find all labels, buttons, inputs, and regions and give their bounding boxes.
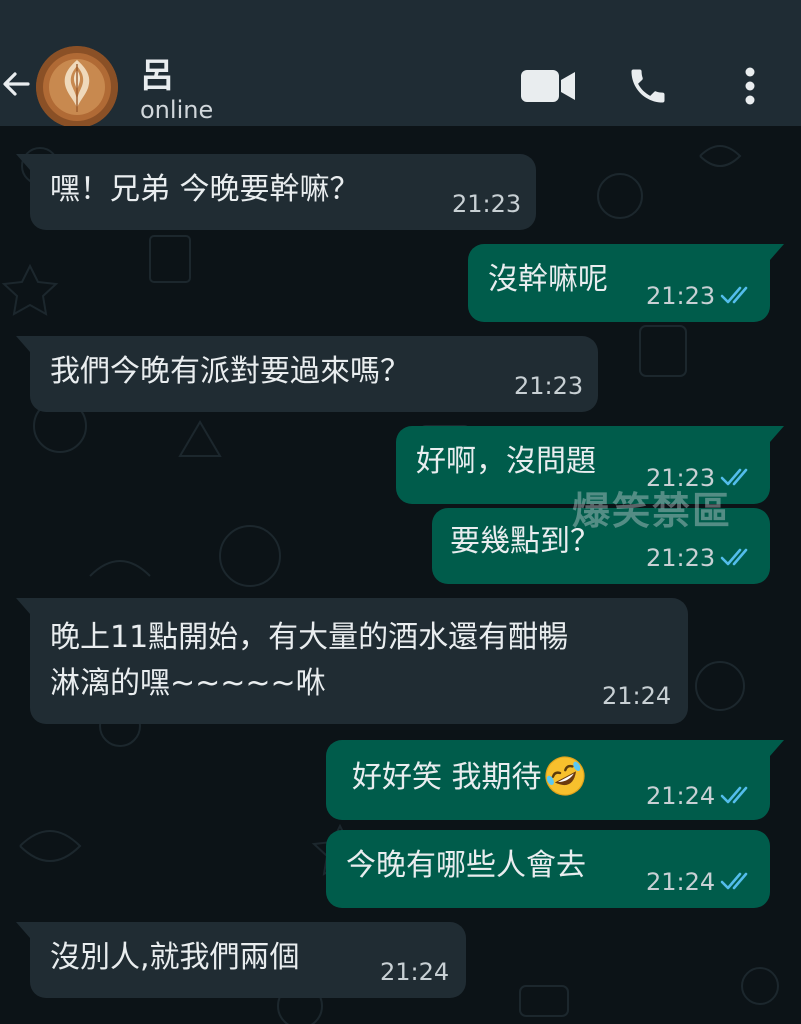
message-text: 我們今晚有派對要過來嗎？ [50,354,410,389]
message-text-content: 好好笑 我期待 [352,760,542,795]
read-receipt-icon [720,786,748,804]
message-text-line-1: 晚上11點開始，有大量的酒水還有酣暢 [50,620,569,655]
message-text: 好好笑 我期待 [352,755,586,800]
watermark-text: 爆笑禁區 [572,489,733,533]
message-text: 嘿！兄弟 今晚要幹嘛？ [50,172,360,207]
status-bar [0,0,801,40]
more-options-icon [745,67,755,105]
message-time: 21:23 [646,282,716,310]
read-receipt-icon [720,872,748,890]
message-time: 21:23 [514,372,584,400]
rolling-on-the-floor-laughing-emoji-icon [544,755,585,796]
message-text: 好啊，沒問題 [416,444,596,479]
read-receipt-icon [720,286,748,304]
message-time: 21:23 [646,544,716,572]
video-call-button[interactable] [518,64,578,108]
message-time: 21:24 [602,682,672,710]
back-button[interactable] [0,64,30,104]
phone-icon [631,69,665,103]
message-bubble-outgoing[interactable]: 好好笑 我期待 21:24 [326,740,784,820]
contact-avatar[interactable] [36,46,118,128]
contact-name[interactable]: 呂 [140,48,175,97]
chat-area[interactable]: 嘿！兄弟 今晚要幹嘛？ 21:23 沒幹嘛呢 21:23 我們今晚有派對要過來嗎… [0,126,801,1024]
message-bubble-incoming[interactable]: 沒別人,就我們兩個 21:24 [16,922,466,998]
message-bubble-outgoing[interactable]: 沒幹嘛呢 21:23 [468,244,784,322]
back-arrow-icon [3,72,30,96]
chat-header: 呂 online [0,40,801,128]
message-text: 沒幹嘛呢 [488,262,608,297]
voice-call-button[interactable] [622,64,674,108]
message-text: 今晚有哪些人會去 [346,848,586,883]
message-time: 21:24 [646,868,716,896]
contact-status: online [140,96,214,124]
message-text: 沒別人,就我們兩個 [50,940,300,975]
message-bubble-incoming[interactable]: 我們今晚有派對要過來嗎？ 21:23 [16,336,598,412]
more-options-button[interactable] [730,64,770,108]
message-bubble-incoming[interactable]: 嘿！兄弟 今晚要幹嘛？ 21:23 [16,154,536,230]
message-bubble-incoming[interactable]: 晚上11點開始，有大量的酒水還有酣暢 淋漓的嘿~~~~~咻 21:24 [16,598,688,724]
message-text-line-2: 淋漓的嘿~~~~~咻 [50,666,326,701]
message-time: 21:24 [380,958,450,986]
latte-art-avatar-image [36,46,118,128]
message-time: 21:23 [452,190,522,218]
read-receipt-icon [720,548,748,566]
video-call-icon [521,70,575,102]
message-bubble-outgoing[interactable]: 今晚有哪些人會去 21:24 [326,830,770,908]
message-time: 21:24 [646,782,716,810]
